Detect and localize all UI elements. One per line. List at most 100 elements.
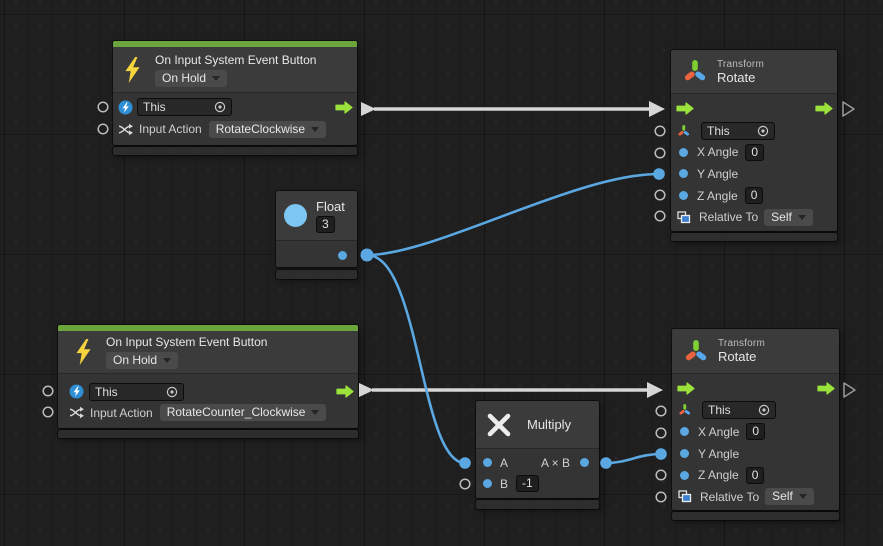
y-angle-label: Y Angle	[697, 166, 739, 181]
port-event1-this[interactable]	[97, 101, 109, 113]
dropdown-caret-icon	[311, 410, 320, 415]
this-field[interactable]: This	[89, 382, 184, 401]
node-multiply[interactable]: Multiply A A × B B -1	[476, 401, 599, 509]
port-rotate2-control-out[interactable]	[843, 382, 856, 398]
float-value-field[interactable]: 3	[316, 215, 335, 233]
enum-icon	[678, 490, 692, 503]
target-picker-icon[interactable]	[166, 386, 178, 398]
control-wire-bottom[interactable]	[359, 382, 663, 398]
input-action-dropdown[interactable]: RotateCounter_Clockwise	[159, 404, 327, 421]
input-action-dropdown[interactable]: RotateClockwise	[208, 120, 327, 138]
multiply-b-field[interactable]: -1	[516, 475, 539, 492]
node-title: Multiply	[527, 417, 572, 432]
input-action-value: RotateCounter_Clockwise	[166, 405, 306, 419]
this-field[interactable]: This	[137, 98, 232, 116]
control-output-arrow-icon[interactable]	[817, 382, 835, 395]
input-action-label: Input Action	[90, 405, 153, 420]
value-port-icon	[483, 479, 492, 488]
port-rotate1-y-angle[interactable]	[653, 168, 665, 180]
graph-canvas[interactable]: On Input System Event Button On Hold Thi…	[0, 0, 883, 546]
value-port-icon	[679, 191, 688, 201]
port-multiply-output[interactable]	[600, 457, 612, 469]
control-output-arrow-icon[interactable]	[336, 385, 354, 398]
node-rotate-bottom[interactable]: Transform Rotate This X Angle 0 Y Angle …	[672, 329, 839, 520]
node-float[interactable]: Float 3	[276, 191, 357, 279]
unity-object-icon	[69, 384, 84, 399]
control-output-arrow-icon[interactable]	[335, 100, 353, 114]
port-multiply-a[interactable]	[459, 457, 471, 469]
target-picker-icon[interactable]	[758, 404, 770, 416]
port-event1-input-action[interactable]	[97, 123, 109, 135]
relative-to-value: Self	[771, 209, 792, 224]
event-mode-dropdown[interactable]: On Hold	[106, 352, 179, 369]
x-angle-field[interactable]: 0	[746, 423, 766, 441]
node-title: Rotate	[717, 69, 756, 85]
node-rotate-top[interactable]: Transform Rotate This X Angle 0 Y Angle …	[671, 50, 837, 241]
value-wire-float-to-yangle-top[interactable]	[366, 172, 660, 257]
z-angle-label: Z Angle	[698, 468, 739, 483]
value-wire-float-to-multiply-a[interactable]	[366, 253, 466, 465]
this-field[interactable]: This	[701, 121, 775, 140]
value-port-icon	[679, 169, 688, 179]
input-action-label: Input Action	[139, 122, 202, 136]
event-mode-dropdown[interactable]: On Hold	[155, 69, 228, 87]
target-picker-icon[interactable]	[214, 101, 226, 113]
port-multiply-b[interactable]	[459, 478, 471, 490]
input-action-icon	[69, 406, 84, 419]
this-field-value: This	[95, 384, 118, 399]
event-node-title: On Input System Event Button	[106, 335, 268, 349]
node-category: Transform	[718, 338, 765, 349]
dropdown-caret-icon	[212, 75, 221, 81]
node-footer	[113, 147, 357, 155]
input-action-icon	[118, 123, 133, 136]
port-rotate2-z-angle[interactable]	[655, 469, 667, 481]
x-angle-label: X Angle	[697, 145, 739, 160]
control-input-arrow-icon[interactable]	[676, 102, 694, 115]
port-event2-this[interactable]	[42, 385, 54, 397]
y-angle-label: Y Angle	[698, 446, 740, 461]
node-category: Transform	[717, 58, 764, 70]
dropdown-caret-icon	[163, 358, 172, 363]
relative-to-dropdown[interactable]: Self	[765, 488, 814, 506]
dropdown-caret-icon	[311, 126, 320, 132]
value-port-icon	[580, 458, 589, 467]
node-event-rotate-counter-clockwise[interactable]: On Input System Event Button On Hold Thi…	[58, 325, 358, 438]
z-angle-field[interactable]: 0	[744, 187, 764, 205]
port-rotate2-this[interactable]	[655, 405, 667, 417]
unity-object-icon	[118, 100, 133, 115]
port-rotate1-control-out[interactable]	[842, 101, 855, 117]
port-rotate1-relative-to[interactable]	[654, 210, 666, 222]
target-picker-icon[interactable]	[757, 125, 769, 137]
multiply-icon	[486, 412, 512, 438]
value-wire-multiply-to-yangle-bottom[interactable]	[605, 452, 662, 465]
lightning-bolt-icon	[123, 56, 142, 83]
x-angle-label: X Angle	[698, 424, 740, 439]
control-wire-top[interactable]	[361, 101, 665, 117]
this-field[interactable]: This	[702, 401, 776, 420]
port-event2-input-action[interactable]	[42, 406, 54, 418]
node-title: Rotate	[718, 349, 757, 364]
z-angle-field[interactable]: 0	[745, 466, 765, 484]
input-action-value: RotateClockwise	[215, 121, 306, 136]
port-rotate2-y-angle[interactable]	[655, 448, 667, 460]
multiply-a-label: A	[500, 455, 509, 470]
node-footer	[58, 430, 358, 438]
this-field-value: This	[143, 100, 166, 114]
relative-to-label: Relative To	[700, 489, 760, 504]
enum-icon	[677, 211, 691, 224]
dropdown-caret-icon	[798, 494, 807, 500]
relative-to-dropdown[interactable]: Self	[764, 208, 813, 226]
node-event-rotate-clockwise[interactable]: On Input System Event Button On Hold Thi…	[113, 41, 357, 155]
lightning-bolt-icon	[74, 339, 93, 365]
x-angle-field[interactable]: 0	[745, 143, 765, 161]
port-rotate1-x-angle[interactable]	[654, 147, 666, 159]
dropdown-caret-icon	[797, 214, 806, 220]
control-input-arrow-icon[interactable]	[677, 382, 695, 395]
port-float-output[interactable]	[360, 248, 374, 262]
node-footer	[671, 233, 837, 241]
port-rotate1-z-angle[interactable]	[654, 189, 666, 201]
port-rotate2-x-angle[interactable]	[655, 427, 667, 439]
control-output-arrow-icon[interactable]	[815, 102, 833, 115]
port-rotate2-relative-to[interactable]	[655, 491, 667, 503]
port-rotate1-this[interactable]	[654, 125, 666, 137]
